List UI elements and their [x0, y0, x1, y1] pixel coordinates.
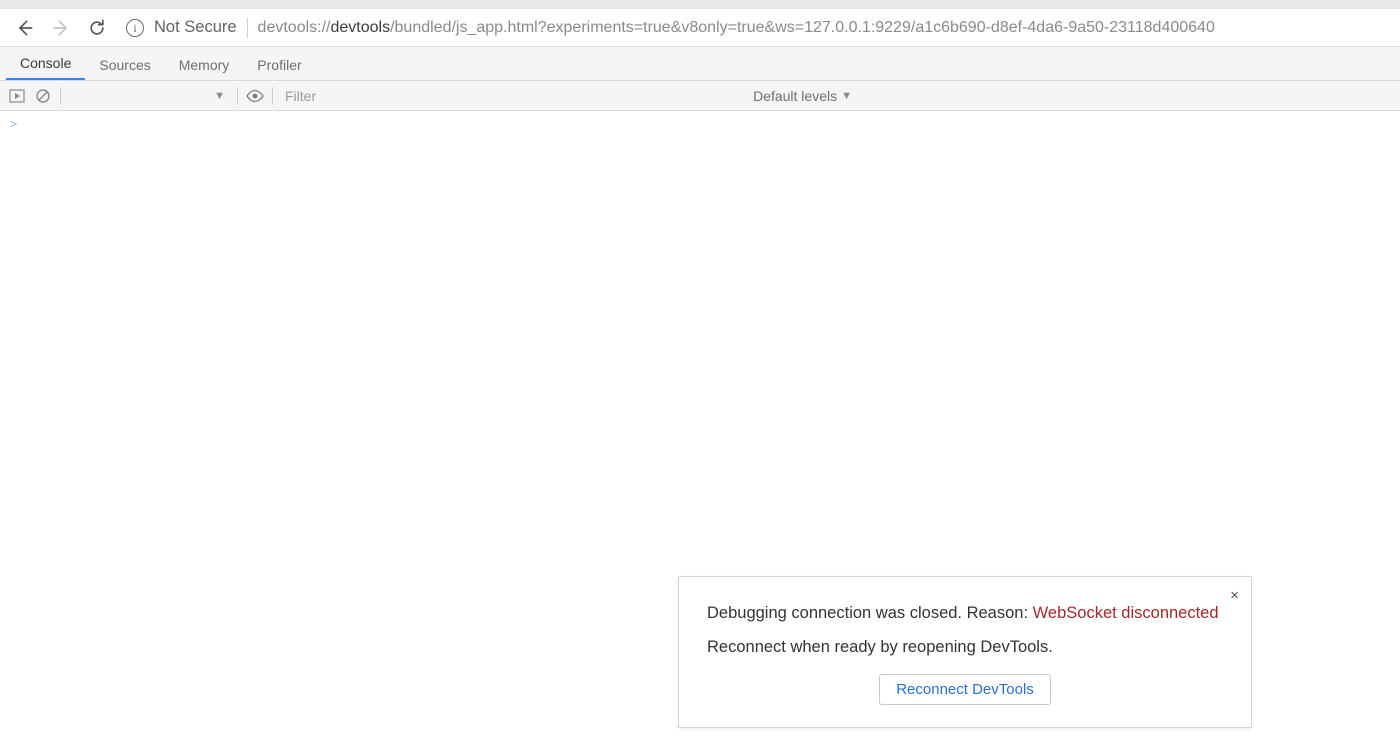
- dialog-message-prefix: Debugging connection was closed. Reason:: [707, 604, 1033, 622]
- sidebar-toggle-icon: [9, 88, 25, 104]
- back-button[interactable]: [14, 17, 36, 39]
- toolbar-divider: [237, 87, 238, 105]
- browser-tabstrip: [0, 0, 1400, 9]
- tab-console[interactable]: Console: [6, 47, 85, 80]
- security-label: Not Secure: [154, 18, 237, 37]
- address-bar[interactable]: i Not Secure devtools://devtools/bundled…: [122, 18, 1386, 38]
- address-separator: [247, 18, 248, 38]
- arrow-right-icon: [51, 18, 71, 38]
- forward-button[interactable]: [50, 17, 72, 39]
- tab-label: Memory: [179, 57, 230, 73]
- console-body[interactable]: > × Debugging connection was closed. Rea…: [0, 111, 1400, 749]
- console-prompt-caret-icon: >: [10, 117, 17, 131]
- dialog-actions: Reconnect DevTools: [707, 674, 1223, 705]
- url-path: /bundled/js_app.html?experiments=true&v8…: [390, 19, 1215, 36]
- url-scheme: devtools://: [258, 19, 331, 36]
- clear-icon: [35, 88, 51, 104]
- info-icon: i: [126, 19, 144, 37]
- toolbar-divider: [60, 87, 61, 105]
- context-selector[interactable]: ▼: [69, 85, 229, 107]
- tab-label: Console: [20, 55, 71, 71]
- clear-console-button[interactable]: [34, 87, 52, 105]
- dropdown-caret-icon: ▼: [214, 90, 225, 102]
- dialog-message-error: WebSocket disconnected: [1033, 604, 1219, 622]
- eye-icon: [246, 89, 264, 103]
- reload-button[interactable]: [86, 17, 108, 39]
- tab-label: Sources: [99, 57, 150, 73]
- toggle-sidebar-button[interactable]: [8, 87, 26, 105]
- dialog-message-line1: Debugging connection was closed. Reason:…: [707, 601, 1223, 627]
- tab-sources[interactable]: Sources: [85, 49, 164, 80]
- dropdown-caret-icon: ▼: [841, 90, 852, 102]
- browser-toolbar: i Not Secure devtools://devtools/bundled…: [0, 9, 1400, 47]
- tab-label: Profiler: [257, 57, 301, 73]
- console-toolbar: ▼ Default levels ▼: [0, 81, 1400, 111]
- live-expression-button[interactable]: [246, 87, 264, 105]
- url-host: devtools: [330, 19, 390, 36]
- disconnect-dialog: × Debugging connection was closed. Reaso…: [678, 576, 1252, 728]
- reload-icon: [87, 18, 107, 38]
- arrow-left-icon: [15, 18, 35, 38]
- reconnect-button[interactable]: Reconnect DevTools: [879, 674, 1051, 705]
- tab-memory[interactable]: Memory: [165, 49, 244, 80]
- toolbar-divider: [272, 87, 273, 105]
- devtools-tabs: Console Sources Memory Profiler: [0, 47, 1400, 81]
- dialog-message-line2: Reconnect when ready by reopening DevToo…: [707, 635, 1223, 661]
- tab-profiler[interactable]: Profiler: [243, 49, 315, 80]
- log-levels-label: Default levels: [753, 88, 837, 104]
- filter-input[interactable]: [281, 86, 661, 106]
- url-text: devtools://devtools/bundled/js_app.html?…: [258, 19, 1215, 37]
- dialog-close-button[interactable]: ×: [1230, 587, 1239, 604]
- log-levels-selector[interactable]: Default levels ▼: [753, 88, 852, 104]
